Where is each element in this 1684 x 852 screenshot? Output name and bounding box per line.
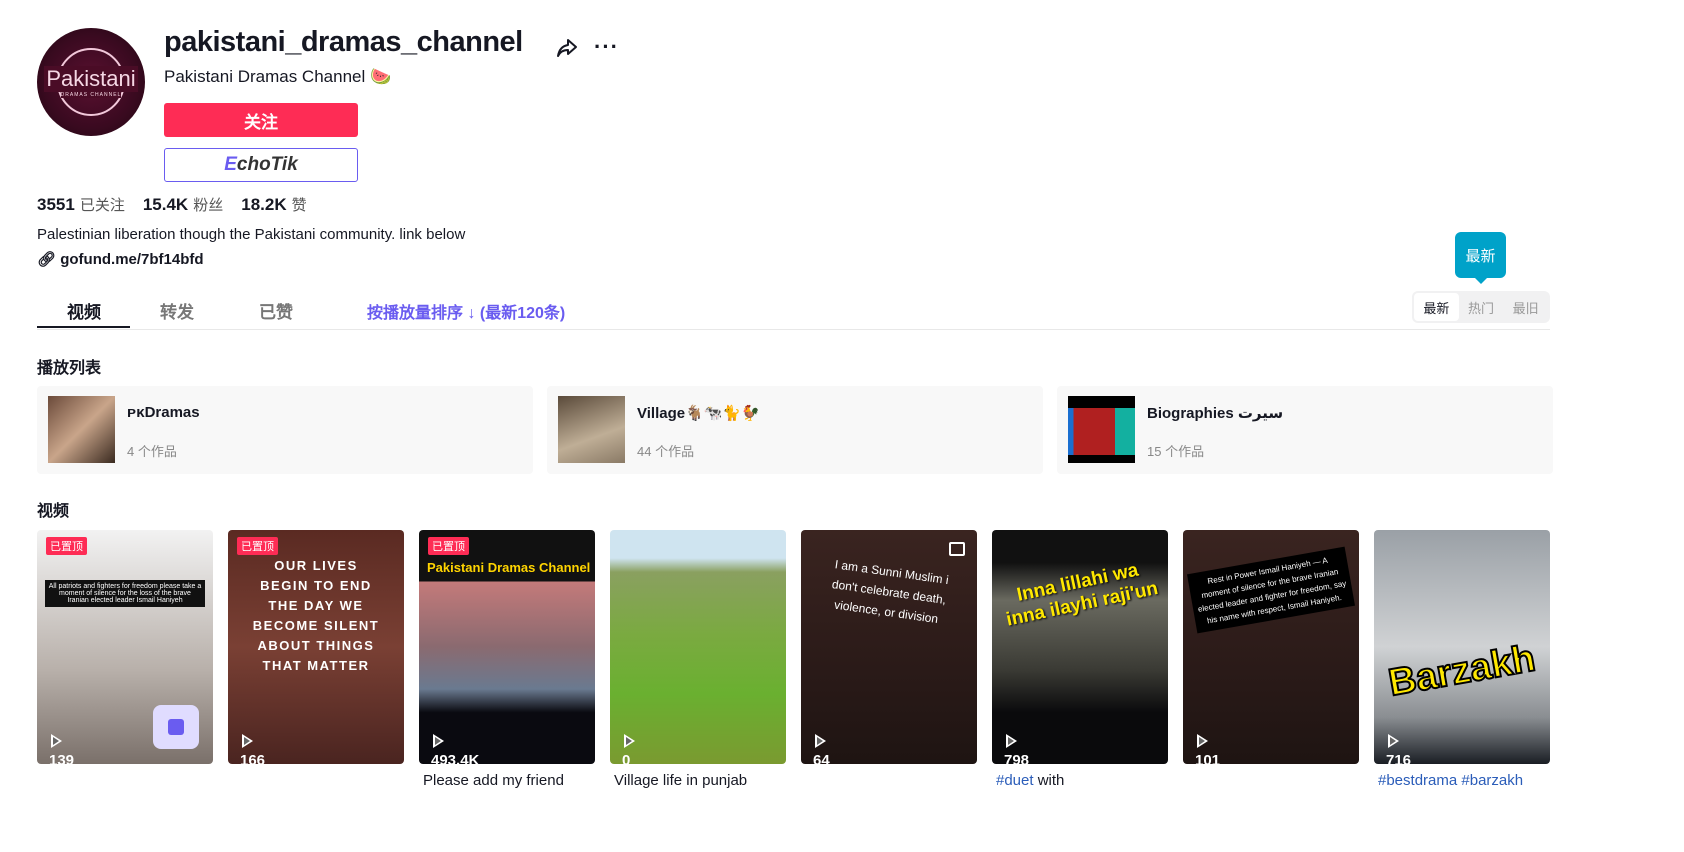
video-card[interactable]: Barzakh 716 — [1374, 530, 1550, 764]
link-icon: 🔗︎ — [37, 251, 57, 268]
bio-link[interactable]: 🔗︎ gofund.me/7bf14bfd — [37, 250, 204, 268]
video-caption[interactable]: Please add my friend — [423, 772, 599, 789]
stat-following[interactable]: 3551 已关注 — [37, 194, 125, 215]
sort-latest[interactable]: 最新 — [1414, 293, 1459, 321]
playlist-card[interactable]: Biographies سیرت 15 个作品 — [1057, 386, 1553, 474]
video-caption[interactable]: Village life in punjab — [614, 772, 790, 789]
sort-popular[interactable]: 热门 — [1459, 293, 1504, 321]
playlist-name: Village🐐🐄🐈🐓 — [637, 405, 760, 422]
view-count: 139 — [49, 752, 75, 764]
play-icon — [815, 734, 826, 748]
nickname: Pakistani Dramas Channel 🍉 — [164, 67, 392, 86]
video-card[interactable]: 已置顶 All patriots and fighters for freedom… — [37, 530, 213, 764]
tab-videos[interactable]: 视频 — [67, 298, 101, 323]
follow-button[interactable]: 关注 — [164, 103, 358, 137]
playlists-heading: 播放列表 — [37, 360, 102, 377]
tab-bar: 视频 转发 已赞 按播放量排序 ↓ (最新120条) — [37, 290, 1550, 330]
stat-label: 粉丝 — [193, 197, 224, 214]
echotik-button[interactable]: EchoTik — [164, 148, 358, 182]
playlist-thumbnail — [48, 396, 115, 463]
video-caption[interactable]: #bestdrama #barzakh — [1378, 772, 1554, 789]
playlist-name: ᴘᴋDramas — [127, 404, 200, 421]
active-tab-indicator — [37, 326, 130, 328]
sort-by-views-link[interactable]: 按播放量排序 ↓ (最新120条) — [367, 299, 565, 323]
video-overlay-text: Inna lillahi wa inna ilayhi raji'un — [1004, 559, 1160, 631]
pinned-badge: 已置顶 — [428, 537, 469, 555]
play-icon — [1197, 734, 1208, 748]
avatar-logo-sub: DRAMAS CHANNEL — [60, 92, 122, 98]
stat-value: 15.4K — [142, 195, 189, 214]
playlist-thumbnail — [1068, 396, 1135, 463]
echotik-logo-e: E — [224, 154, 237, 175]
playlist-thumbnail — [558, 396, 625, 463]
playlist-card[interactable]: Village🐐🐄🐈🐓 44 个作品 — [547, 386, 1043, 474]
playlist-count: 4 个作品 — [127, 444, 177, 459]
stat-value: 3551 — [37, 195, 75, 214]
hashtag-link[interactable]: #bestdrama #barzakh — [1378, 772, 1523, 789]
tab-reposts[interactable]: 转发 — [160, 298, 194, 323]
pinned-badge: 已置顶 — [237, 537, 278, 555]
hashtag-link[interactable]: #duet — [996, 772, 1034, 789]
video-overlay-text: I am a Sunni Muslim i don't celebrate de… — [831, 557, 950, 627]
avatar: Pakistani DRAMAS CHANNEL — [37, 28, 145, 136]
playlist-count: 44 个作品 — [637, 444, 695, 459]
video-card[interactable]: 0 — [610, 530, 786, 764]
echotik-logo-text: choTik — [236, 154, 298, 175]
pinned-badge: 已置顶 — [46, 537, 87, 555]
video-overlay-text: Rest in Power Ismail Haniyeh — A moment … — [1187, 546, 1355, 634]
bio-link-text[interactable]: gofund.me/7bf14bfd — [60, 251, 203, 268]
playlist-card[interactable]: ᴘᴋDramas 4 个作品 — [37, 386, 533, 474]
video-overlay-text: Barzakh — [1384, 636, 1539, 705]
play-icon — [242, 734, 253, 748]
more-options-icon[interactable]: ··· — [594, 34, 619, 60]
play-icon — [51, 734, 62, 748]
sort-tooltip: 最新 — [1455, 232, 1506, 284]
video-overlay-text: OUR LIVES BEGIN TO END THE DAY WE BECOME… — [252, 558, 380, 673]
view-count: 493.4K — [431, 752, 480, 764]
video-card[interactable]: 已置顶 Pakistani Dramas Channel 493.4K — [419, 530, 595, 764]
shopping-bag-icon[interactable] — [153, 705, 199, 749]
play-icon — [433, 734, 444, 748]
play-icon — [1006, 734, 1017, 748]
stat-followers[interactable]: 15.4K 粉丝 — [143, 194, 223, 215]
view-count: 798 — [1004, 752, 1030, 764]
username: pakistani_dramas_channel — [164, 26, 523, 58]
video-card[interactable]: 已置顶 OUR LIVES BEGIN TO END THE DAY WE BEC… — [228, 530, 404, 764]
photo-icon — [949, 542, 965, 556]
stats-row: 3551 已关注 15.4K 粉丝 18.2K 赞 — [37, 194, 307, 215]
stat-value: 18.2K — [241, 195, 287, 214]
stat-likes: 18.2K 赞 — [241, 194, 306, 215]
sort-oldest[interactable]: 最旧 — [1503, 293, 1548, 321]
view-count: 166 — [240, 752, 266, 764]
stat-label: 赞 — [291, 197, 307, 214]
view-count: 716 — [1386, 752, 1412, 764]
video-overlay-text: Pakistani Dramas Channel — [427, 560, 591, 575]
video-caption[interactable]: #duet with — [996, 772, 1172, 789]
caption-text: with — [1033, 772, 1065, 789]
video-card[interactable]: Rest in Power Ismail Haniyeh — A moment … — [1183, 530, 1359, 764]
video-overlay-text: All patriots and fighters for freedom pl… — [45, 580, 205, 607]
videos-heading: 视频 — [37, 503, 70, 520]
sort-segmented-control: 最新 热门 最旧 — [1412, 291, 1550, 323]
play-icon — [1388, 734, 1399, 748]
bio: Palestinian liberation though the Pakist… — [37, 226, 466, 243]
playlist-name: Biographies سیرت — [1147, 405, 1284, 422]
tab-liked[interactable]: 已赞 — [259, 298, 293, 323]
playlist-count: 15 个作品 — [1147, 444, 1205, 459]
avatar-logo-text: Pakistani — [44, 66, 138, 92]
play-icon — [624, 734, 635, 748]
video-card[interactable]: I am a Sunni Muslim i don't celebrate de… — [801, 530, 977, 764]
view-count: 101 — [1195, 752, 1221, 764]
view-count: 64 — [813, 752, 830, 764]
stat-label: 已关注 — [79, 197, 125, 214]
video-card[interactable]: Inna lillahi wa inna ilayhi raji'un 798 — [992, 530, 1168, 764]
view-count: 0 — [622, 752, 631, 764]
share-icon[interactable] — [555, 36, 579, 60]
